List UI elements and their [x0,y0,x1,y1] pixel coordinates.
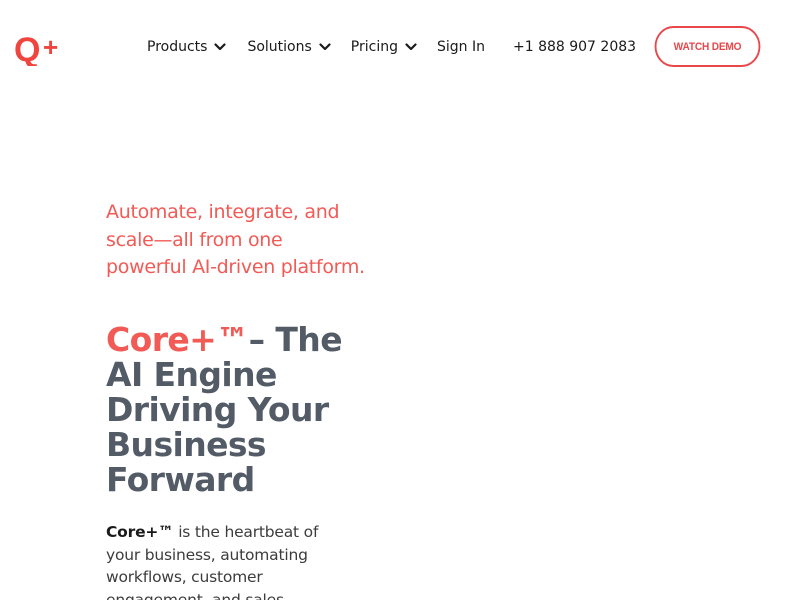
main-nav: Products Solutions Pricing Sign In +1 88… [147,36,636,58]
svg-text:+: + [43,32,58,62]
nav-pricing[interactable]: Pricing [351,39,417,55]
nav-products[interactable]: Products [147,39,227,55]
svg-text:Q: Q [14,31,40,66]
logo-icon[interactable]: Q + [14,30,66,66]
chevron-down-icon [214,43,227,51]
nav-solutions[interactable]: Solutions [247,39,331,55]
watch-demo-button[interactable]: WATCH DEMO [654,26,761,67]
chevron-down-icon [405,43,417,51]
nav-pricing-label: Pricing [350,39,398,55]
sign-in-link[interactable]: Sign In [437,39,485,55]
nav-products-label: Products [147,39,208,55]
nav-solutions-label: Solutions [247,39,312,55]
hero-headline: Core+™– The AI Engine Driving Your Busin… [106,322,366,497]
headline-brand: Core+™ [106,320,249,359]
phone-link[interactable]: +1 888 907 2083 [513,39,636,55]
site-header: Q + Products Solutions Pricing Sign In +… [0,0,800,92]
description-brand: Core+™ [106,523,174,541]
landing-page: Q + Products Solutions Pricing Sign In +… [0,0,800,600]
hero-description: Core+™ is the heartbeat of your business… [106,521,336,600]
chevron-down-icon [319,43,331,51]
hero-tagline: Automate, integrate, and scale—all from … [106,201,365,278]
